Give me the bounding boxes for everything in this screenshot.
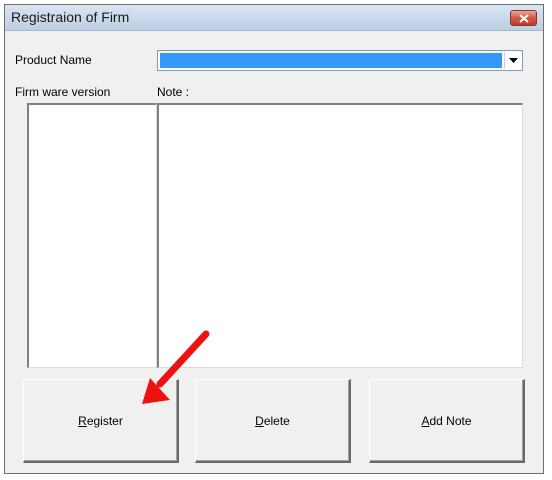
close-icon <box>519 14 529 23</box>
product-name-label: Product Name <box>15 53 92 67</box>
window-title: Registraion of Firm <box>11 9 130 25</box>
title-bar: Registraion of Firm <box>5 5 543 31</box>
close-button[interactable] <box>510 10 537 26</box>
product-name-selected-value <box>160 53 502 68</box>
dropdown-button[interactable] <box>504 52 521 69</box>
register-button[interactable]: Register <box>23 379 179 463</box>
add-note-label: dd Note <box>429 413 472 428</box>
add-note-mnemonic: A <box>421 413 430 428</box>
register-mnemonic: R <box>78 413 87 428</box>
firmware-version-list[interactable] <box>27 103 157 368</box>
chevron-down-icon <box>509 58 518 63</box>
firmware-version-label: Firm ware version <box>15 85 111 99</box>
delete-label: elete <box>263 413 290 428</box>
delete-button[interactable]: Delete <box>195 379 351 463</box>
product-name-dropdown[interactable] <box>157 50 523 71</box>
register-label: egister <box>86 413 123 428</box>
note-textarea[interactable] <box>157 103 523 368</box>
add-note-button[interactable]: Add Note <box>369 379 525 463</box>
delete-mnemonic: D <box>255 413 264 428</box>
note-label: Note : <box>157 85 190 99</box>
registration-dialog: Registraion of Firm Product Name Firm wa… <box>4 4 544 474</box>
